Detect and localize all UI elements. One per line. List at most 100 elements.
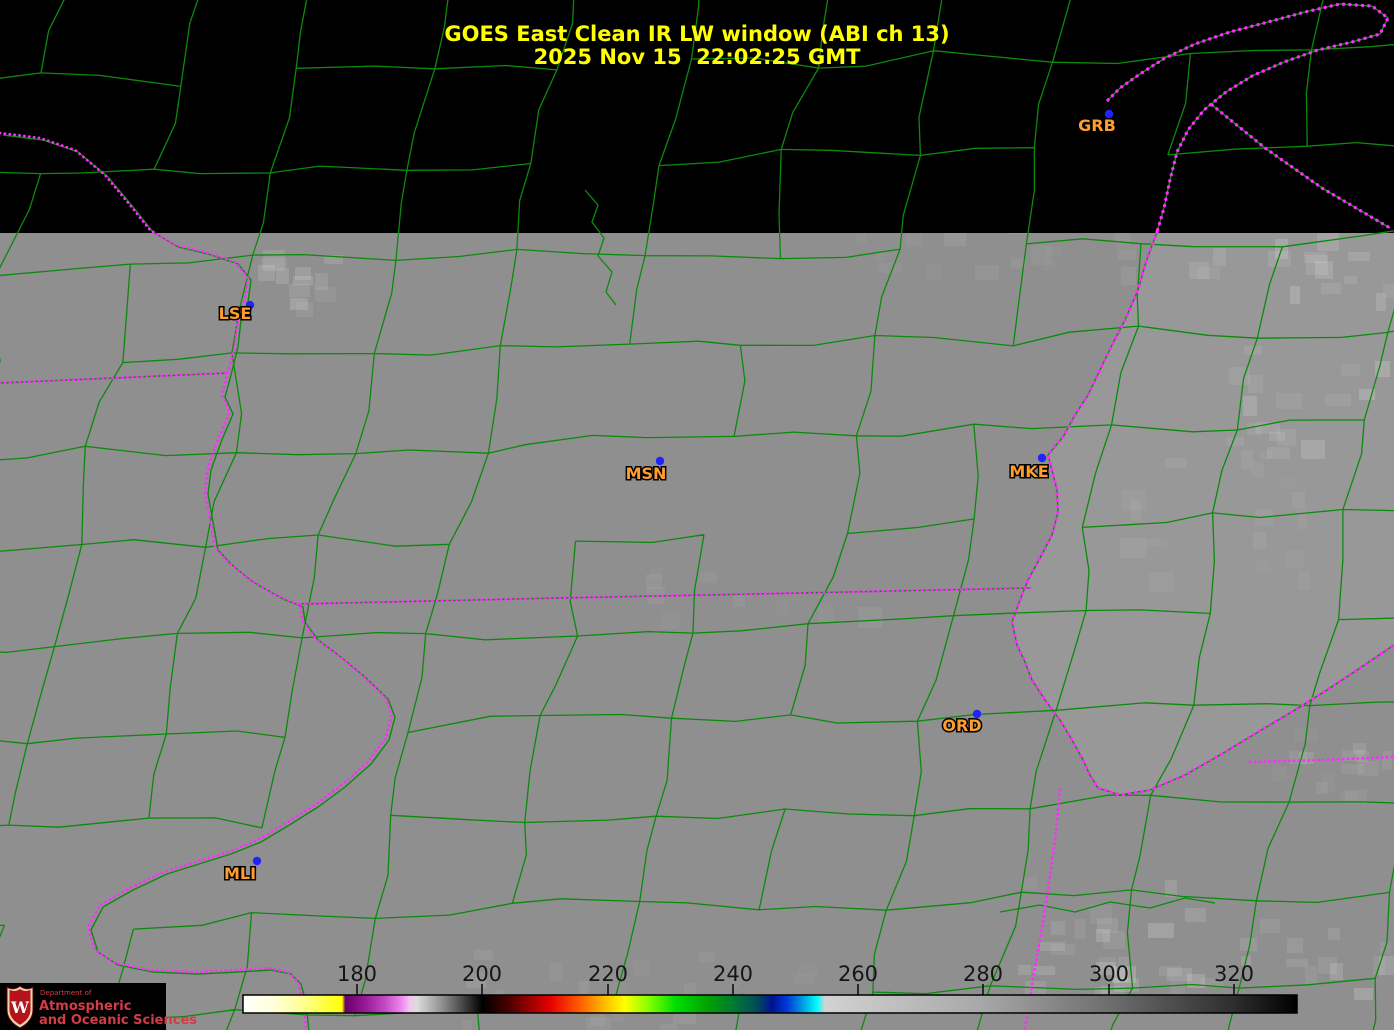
cloud-patch (733, 593, 745, 607)
cloud-patch (1075, 919, 1085, 939)
station-label-LSE: LSE (219, 304, 252, 323)
uw-monogram: W (10, 998, 30, 1017)
cloud-patch (905, 232, 923, 247)
cloud-patch (1248, 375, 1263, 393)
cloud-patch (1247, 423, 1262, 435)
cloud-patch (1033, 966, 1055, 975)
station-label-GRB: GRB (1078, 116, 1116, 135)
cloud-patch (1290, 286, 1300, 304)
cloud-patch (633, 961, 650, 977)
cloud-patch (646, 574, 662, 589)
satellite-map-image: GRBLSEMSNMKEORDMLI GOES East Clean IR LW… (0, 0, 1394, 1030)
cloud-patch (975, 265, 999, 280)
cloud-patch (1287, 938, 1303, 953)
colorbar-label-300: 300 (1089, 962, 1129, 986)
cloud-patch (1148, 923, 1174, 938)
cloud-patch (1269, 432, 1285, 441)
cloud-patch (1297, 509, 1307, 529)
logo-name-line-2: and Oceanic Sciences (39, 1013, 197, 1028)
cloud-patch (1167, 968, 1192, 981)
cloud-patch (258, 265, 275, 281)
cloud-patch (295, 267, 311, 280)
cloud-patch (858, 607, 882, 628)
cloud-patch (1341, 364, 1360, 376)
colorbar-label-280: 280 (963, 962, 1003, 986)
cloud-patch (818, 605, 834, 623)
cloud-patch (1286, 959, 1308, 967)
cloud-patch (1321, 283, 1341, 294)
cloud-patch (1090, 905, 1112, 924)
colorbar-label-320: 320 (1214, 962, 1254, 986)
cloud-patch (1213, 248, 1226, 266)
station-LSE: LSE (219, 301, 255, 323)
cloud-patch (1326, 394, 1351, 406)
cloud-patch (660, 1024, 677, 1030)
cloud-patch (1305, 966, 1317, 984)
cloud-patch (1356, 750, 1369, 762)
cloud-patch (1130, 501, 1141, 521)
cloud-patch (315, 273, 328, 290)
cloud-patch (1103, 931, 1125, 949)
cloud-patch (550, 963, 562, 981)
cloud-patch (1298, 572, 1310, 590)
cloud-patch (1255, 561, 1270, 573)
cloud-patch (1348, 252, 1370, 261)
cloud-patch (1145, 539, 1167, 547)
cloud-patch (1292, 492, 1305, 508)
cloud-patch (1051, 921, 1065, 935)
cloud-patch (1198, 267, 1220, 279)
cloud-patch (1382, 751, 1392, 770)
cloud-patch (1328, 928, 1340, 940)
cloud-patch (1376, 293, 1386, 311)
cloud-patch (927, 263, 942, 281)
cloud-patch (1185, 908, 1206, 922)
cloud-patch (1304, 252, 1327, 263)
cloud-patch (1044, 259, 1055, 270)
cloud-patch (1354, 988, 1373, 1000)
cloud-patch (1120, 538, 1146, 558)
cloud-patch (1018, 965, 1031, 975)
cloud-patch (1276, 393, 1302, 409)
cloud-patch (856, 232, 867, 244)
title-line-1: GOES East Clean IR LW window (ABI ch 13) (444, 22, 949, 46)
cloud-patch (1227, 437, 1244, 446)
cloud-patch (1252, 462, 1264, 477)
cloud-patch (878, 263, 902, 273)
cloud-patch (1272, 766, 1287, 782)
cloud-patch (1121, 267, 1136, 285)
cloud-patch (699, 952, 714, 962)
cloud-patch (1260, 451, 1272, 459)
station-dot-icon (1038, 454, 1046, 462)
cloud-patch (1260, 919, 1280, 933)
station-label-MSN: MSN (626, 464, 667, 483)
cloud-patch (289, 284, 310, 297)
cloud-patch (1318, 957, 1337, 974)
colorbar-label-220: 220 (588, 962, 628, 986)
colorbar-label-200: 200 (462, 962, 502, 986)
cloud-patch (700, 573, 717, 582)
cloud-patch (290, 298, 308, 310)
cloud-patch (1243, 396, 1257, 416)
goes-satellite-viewer: GRBLSEMSNMKEORDMLI GOES East Clean IR LW… (0, 0, 1394, 1030)
cloud-patch (474, 950, 493, 960)
cloud-patch (1045, 247, 1062, 256)
title-line-2: 2025 Nov 15 22:02:25 GMT (534, 45, 862, 69)
station-label-MKE: MKE (1009, 462, 1048, 481)
colorbar-gradient-bar (243, 995, 1297, 1013)
logo-name-line-1: Atmospheric (39, 999, 131, 1014)
cloud-patch (1280, 477, 1297, 489)
cloud-patch (1301, 440, 1325, 459)
cloud-patch (1149, 572, 1174, 592)
colorbar-label-180: 180 (337, 962, 377, 986)
cloud-patch (776, 600, 789, 615)
cloud-patch (462, 1020, 472, 1030)
cloud-patch (1344, 276, 1357, 284)
colorbar-label-260: 260 (838, 962, 878, 986)
colorbar-label-240: 240 (713, 962, 753, 986)
cloud-patch (1285, 550, 1304, 568)
cloud-patch (661, 611, 680, 629)
station-label-ORD: ORD (942, 716, 981, 735)
cloud-patch (1040, 942, 1065, 951)
cloud-patch (1165, 458, 1186, 468)
cloud-patch (1341, 764, 1364, 774)
